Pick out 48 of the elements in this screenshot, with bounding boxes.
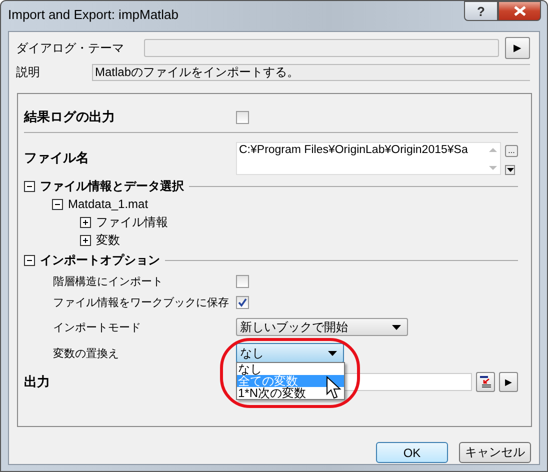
tree-item[interactable]: ファイル情報 <box>96 214 168 230</box>
setting-label: ファイル情報をワークブックに保存 <box>53 296 230 310</box>
minus-box-icon[interactable] <box>52 198 63 210</box>
dialog-button[interactable]: OK <box>376 442 448 463</box>
plus-box-icon[interactable] <box>80 216 91 228</box>
minus-box-icon[interactable] <box>24 181 35 192</box>
setting-label: 結果ログの出力 <box>24 108 116 126</box>
file-name-field[interactable]: C:¥Program Files¥OriginLab¥Origin2015¥Sa <box>236 142 501 174</box>
caret-icon <box>506 168 514 172</box>
setting-label: インポートモード <box>53 320 142 334</box>
plus-box-icon[interactable] <box>80 234 91 246</box>
menu-button[interactable]: ▶ <box>505 37 530 59</box>
setting-label: 出力 <box>24 373 51 391</box>
menu-button[interactable]: ▶ <box>499 372 518 392</box>
setting-label: 変数の置換え <box>53 346 120 360</box>
setting-label: ファイル名 <box>24 149 90 167</box>
close-icon <box>514 6 526 16</box>
theme-field[interactable] <box>144 39 499 57</box>
dropdown-option[interactable]: なし <box>237 363 344 375</box>
combo-box[interactable]: 新しいブックで開始 <box>236 318 408 336</box>
description-field: Matlabのファイルをインポートする。 <box>92 64 530 80</box>
tree-item[interactable]: 変数 <box>96 232 120 248</box>
caret-icon <box>328 350 337 356</box>
tree-item[interactable]: Matdata_1.mat <box>68 197 148 211</box>
dialog-button[interactable]: キャンセル <box>459 442 531 463</box>
window-title: Import and Export: impMatlab <box>8 7 179 22</box>
minus-box-icon[interactable] <box>24 255 35 266</box>
combo-value: なし <box>240 344 265 362</box>
group-heading: ファイル情報とデータ選択 <box>40 178 184 195</box>
file-path-text: C:¥Program Files¥OriginLab¥Origin2015¥Sa <box>238 142 469 158</box>
field-label: 説明 <box>16 64 41 80</box>
setting-label: 階層構造にインポート <box>53 274 164 288</box>
dropdown-option[interactable]: 1*N次の変数 <box>237 387 344 399</box>
checkbox[interactable] <box>236 274 249 288</box>
combo-box[interactable]: なし <box>236 343 344 363</box>
help-button[interactable]: ? <box>464 1 498 21</box>
checkbox[interactable] <box>236 110 249 124</box>
checkbox[interactable] <box>236 296 249 308</box>
combo-value: 新しいブックで開始 <box>240 318 349 336</box>
close-button[interactable] <box>498 1 541 21</box>
checkmark-icon <box>238 298 247 306</box>
dropdown-button[interactable] <box>505 165 515 175</box>
field-label: ダイアログ・テーマ <box>16 40 125 56</box>
picker-icon <box>479 376 492 388</box>
group-heading: インポートオプション <box>40 252 160 269</box>
browse-button[interactable]: ... <box>505 145 518 157</box>
output-picker-button[interactable] <box>476 372 495 392</box>
caret-icon <box>392 324 401 330</box>
